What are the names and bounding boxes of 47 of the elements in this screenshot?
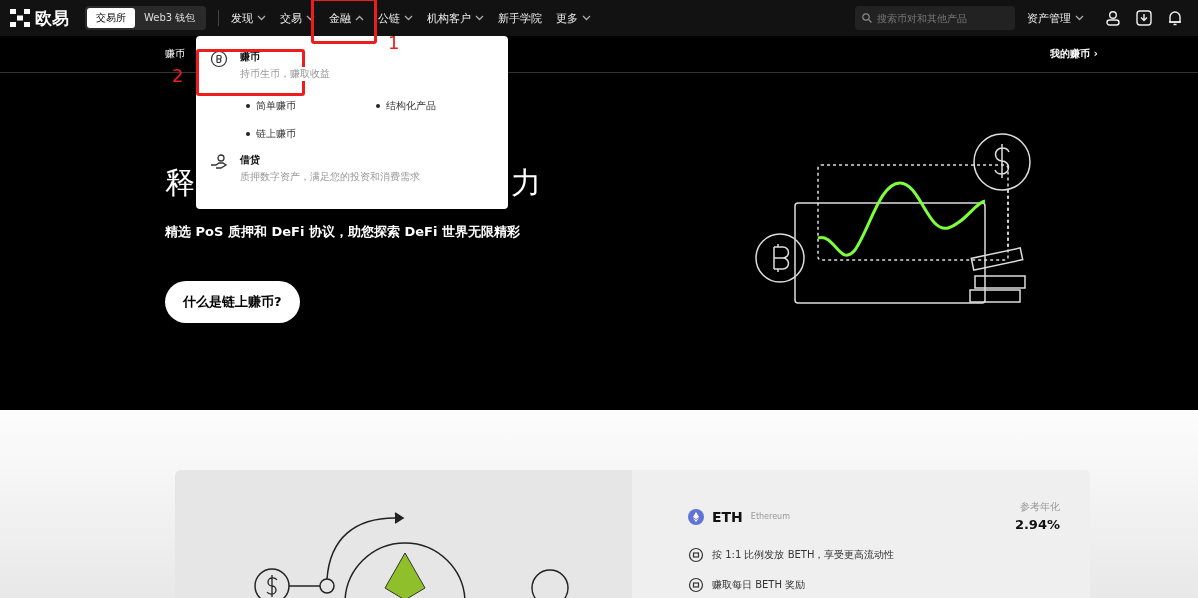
coin-name: Ethereum — [750, 512, 790, 521]
nav-item[interactable]: 新手学院 — [498, 10, 543, 26]
nav-item[interactable]: 交易 — [280, 10, 316, 26]
nav-item[interactable]: 机构客户 — [427, 10, 485, 26]
highlight-frame — [311, 0, 377, 44]
hero-subtitle: 精选 PoS 质押和 DeFi 协议，助您探索 DeFi 世界无限精彩 — [165, 223, 521, 241]
download-icon[interactable] — [1136, 10, 1152, 26]
hero-title-fragment: 释 — [165, 164, 195, 202]
mode-tab[interactable]: 交易所 — [87, 8, 135, 28]
feature-text: 赚取每日 BETH 奖励 — [712, 578, 806, 592]
menu-item[interactable]: 赚币 持币生币，赚取收益 — [210, 50, 494, 81]
nav-item[interactable]: 金融 — [329, 10, 365, 26]
rate-label: 参考年化 — [1019, 500, 1060, 514]
menu-item-description: 持币生币，赚取收益 — [240, 67, 330, 81]
submenu-link[interactable]: 简单赚币 — [246, 99, 376, 113]
step-number: 1 — [388, 32, 400, 53]
menu-item-title: 赚币 — [240, 50, 261, 64]
step-number: 2 — [172, 65, 184, 86]
logo-text: 欧易 — [35, 6, 69, 30]
breadcrumb-text: 赚币 — [165, 47, 185, 61]
feature-text: 按 1:1 比例发放 BETH，享受更高流动性 — [712, 548, 895, 562]
feature-icon — [688, 577, 704, 593]
eth-icon — [688, 508, 704, 525]
coin-icon — [210, 50, 228, 68]
my-earn-link[interactable]: 我的赚币 › — [1050, 47, 1098, 61]
user-icon[interactable] — [1106, 10, 1120, 26]
submenu-link[interactable]: 结构化产品 — [376, 99, 506, 113]
chevron-icon — [1075, 15, 1084, 21]
coin-symbol: ETH — [712, 508, 743, 525]
hand-coin-icon — [210, 153, 228, 171]
menu-item-title: 借贷 — [240, 153, 261, 167]
nav-item[interactable]: 公链 — [378, 10, 414, 26]
menu-item[interactable]: 借贷 质押数字资产，满足您的投资和消费需求 — [210, 153, 494, 184]
feature-icon — [688, 547, 704, 563]
bell-icon[interactable] — [1168, 10, 1182, 26]
nav-item[interactable]: 发现 — [231, 10, 267, 26]
submenu-link[interactable]: 链上赚币 — [246, 127, 376, 141]
search-icon — [862, 13, 872, 23]
menu-item-description: 质押数字资产，满足您的投资和消费需求 — [240, 170, 420, 184]
assets-menu[interactable]: 资产管理 — [1027, 10, 1084, 26]
rate-value: 2.94% — [1014, 517, 1060, 532]
nav-item[interactable]: 更多 — [556, 10, 592, 26]
hero-title-fragment: 力 — [511, 164, 541, 202]
what-is-button[interactable]: 什么是链上赚币? — [165, 281, 300, 323]
logo-icon — [10, 9, 30, 27]
search-field[interactable]: 搜索币对和其他产品 — [855, 6, 1015, 30]
mode-tab[interactable]: Web3 钱包 — [135, 8, 205, 28]
